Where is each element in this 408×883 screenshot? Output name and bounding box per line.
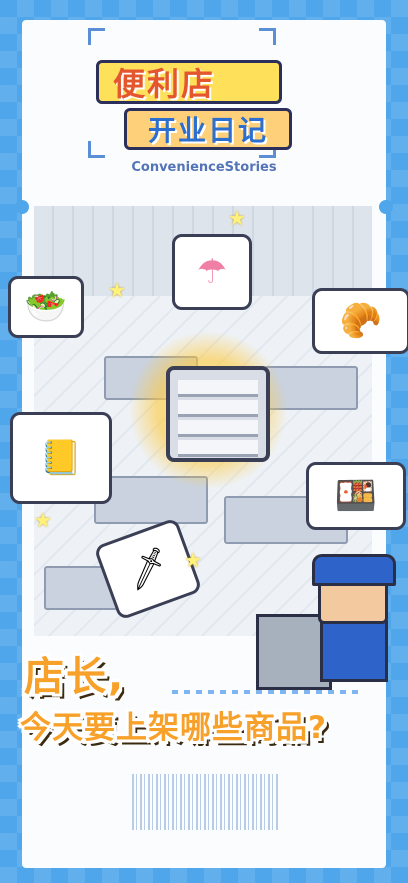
- bread-icon: 🥐: [312, 288, 408, 354]
- frame-corner-icon: [88, 28, 105, 45]
- salad-icon: 🥗: [8, 276, 84, 338]
- dotted-divider: [172, 690, 362, 694]
- bento-icon: 🍱: [306, 462, 406, 530]
- headline-line1: 店长,: [24, 654, 126, 700]
- star-icon: ★: [184, 548, 202, 572]
- frame-corner-icon: [88, 141, 105, 158]
- umbrella-icon: ☂: [172, 234, 252, 310]
- notebook-icon: 📒: [10, 412, 112, 504]
- star-icon: ★: [228, 206, 246, 230]
- ticket-notch-left: [15, 200, 29, 214]
- headline-line2: 今天要上架哪些商品?: [20, 710, 327, 746]
- barcode: [132, 774, 278, 830]
- clerk-cap-icon: [312, 554, 396, 586]
- fridge-icon: [166, 366, 270, 462]
- star-icon: ★: [108, 278, 126, 302]
- frame-corner-icon: [259, 28, 276, 45]
- clerk-body: [320, 620, 388, 682]
- ticket-notch-right: [379, 200, 393, 214]
- logo-title-line2: 开业日记: [124, 108, 292, 150]
- clerk-character: [256, 554, 396, 690]
- star-icon: ★: [34, 508, 52, 532]
- logo-subtitle: ConvenienceStories: [131, 160, 277, 175]
- logo-title-line1: 便利店: [96, 60, 282, 104]
